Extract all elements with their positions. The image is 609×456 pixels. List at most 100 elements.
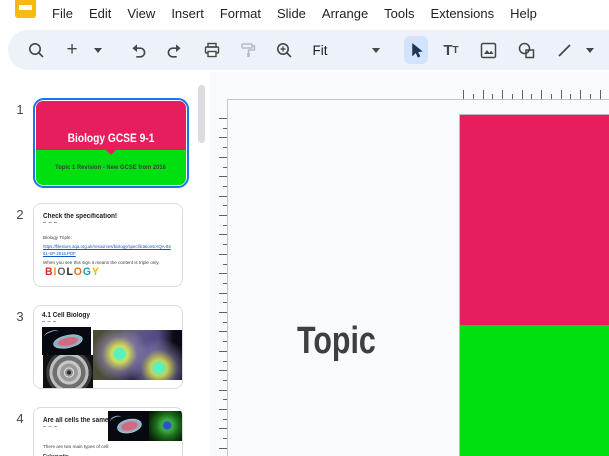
- slide-filmstrip: 1 Biology GCSE 9-1 Topic 1 Revision - Ne…: [0, 72, 210, 456]
- ruler-tick: [219, 157, 227, 158]
- slide-thumbnail-1[interactable]: Biology GCSE 9-1 Topic 1 Revision - New …: [33, 98, 189, 188]
- menu-insert[interactable]: Insert: [163, 2, 212, 25]
- new-slide-dropdown-icon[interactable]: [86, 36, 110, 64]
- filmstrip-row-2: 2 Check the specification! Biology Tripl…: [7, 203, 183, 287]
- ruler-tick: [502, 90, 503, 99]
- menu-format[interactable]: Format: [212, 2, 269, 25]
- ruler-tick: [219, 176, 227, 177]
- zoom-fit-dropdown-icon[interactable]: [364, 36, 388, 64]
- ruler-tick: [219, 293, 227, 294]
- ruler-tick: [522, 90, 523, 99]
- menu-arrange[interactable]: Arrange: [314, 2, 376, 25]
- insert-line-dropdown-icon[interactable]: [578, 36, 602, 64]
- slides-app-icon[interactable]: [15, 0, 36, 18]
- slide-page[interactable]: [459, 114, 609, 456]
- horizontal-ruler: [228, 99, 609, 100]
- ruler-tick: [223, 380, 227, 381]
- thumb1-title: Biology GCSE 9-1: [68, 131, 155, 150]
- ruler-tick: [219, 215, 227, 216]
- menu-tools[interactable]: Tools: [376, 2, 422, 25]
- ruler-tick: [219, 351, 227, 352]
- ruler-tick: [551, 94, 552, 99]
- slide-title-shape[interactable]: [460, 115, 609, 325]
- ruler-tick: [473, 94, 474, 99]
- ruler-tick: [561, 90, 562, 99]
- bacterium-image: [42, 327, 91, 355]
- ruler-tick: [219, 234, 227, 235]
- menu-items: FileEditViewInsertFormatSlideArrangeTool…: [44, 2, 545, 25]
- filmstrip-row-4: 4 Are all cells the same? There are two …: [7, 407, 183, 456]
- ruler-tick: [219, 370, 227, 371]
- ruler-tick: [219, 312, 227, 313]
- content-area: 1 Biology GCSE 9-1 Topic 1 Revision - Ne…: [0, 72, 609, 456]
- menu-edit[interactable]: Edit: [81, 2, 119, 25]
- redo-button[interactable]: [163, 36, 187, 64]
- slide-thumbnail-1-content: Biology GCSE 9-1 Topic 1 Revision - New …: [36, 101, 186, 185]
- ruler-tick: [223, 225, 227, 226]
- ruler-tick: [541, 90, 542, 99]
- insert-shape-icon[interactable]: [514, 36, 538, 64]
- ruler-tick: [492, 94, 493, 99]
- ruler-tick: [219, 448, 227, 449]
- select-tool-button[interactable]: [404, 36, 428, 64]
- menu-view[interactable]: View: [119, 2, 163, 25]
- fluorescence-cells-image: [93, 330, 182, 380]
- ruler-tick: [223, 167, 227, 168]
- thumb1-title-block: Biology GCSE 9-1: [36, 101, 186, 150]
- ruler-tick: [223, 399, 227, 400]
- ruler-tick: [219, 409, 227, 410]
- thumb1-subtitle: Topic 1 Revision - New GCSE from 2016: [56, 164, 167, 171]
- wordart-letter: B: [45, 266, 54, 278]
- ruler-tick: [531, 94, 532, 99]
- slide-number: 2: [7, 203, 33, 287]
- ruler-tick: [219, 254, 227, 255]
- ruler-tick: [219, 390, 227, 391]
- ruler-tick: [223, 322, 227, 323]
- ruler-tick: [219, 428, 227, 429]
- slide-number: 1: [7, 98, 33, 188]
- ruler-tick: [223, 186, 227, 187]
- thumb4-line1: There are two main types of cell:: [43, 444, 109, 449]
- thumb1-notch-shape: [106, 150, 116, 155]
- slide-subtitle-shape[interactable]: [460, 325, 609, 456]
- paint-format-icon[interactable]: [236, 36, 260, 64]
- ruler-tick: [483, 90, 484, 99]
- toolbar: + Fit TT: [0, 28, 609, 72]
- filmstrip-row-3: 3 4.1 Cell Biology: [7, 305, 183, 389]
- canvas-area: Topic: [210, 72, 609, 456]
- ruler-tick: [223, 244, 227, 245]
- wordart-letter: Y: [92, 266, 100, 278]
- thumb2-biology-wordart: BIOLOGY: [45, 266, 100, 278]
- slide-subtitle-text[interactable]: Topic: [297, 320, 376, 363]
- menu-file[interactable]: File: [44, 2, 81, 25]
- insert-line-icon[interactable]: [552, 36, 576, 64]
- text-box-tool-icon[interactable]: TT: [439, 36, 463, 64]
- ruler-tick: [219, 118, 227, 119]
- thumb2-link: https://filestore.aqa.org.uk/resources/b…: [43, 244, 171, 258]
- zoom-fit-select[interactable]: Fit: [308, 36, 332, 64]
- menu-extensions[interactable]: Extensions: [423, 2, 503, 25]
- insert-image-icon[interactable]: [476, 36, 500, 64]
- ruler-tick: [223, 205, 227, 206]
- filmstrip-scrollbar[interactable]: [198, 85, 205, 143]
- ruler-tick: [223, 361, 227, 362]
- ruler-tick: [219, 273, 227, 274]
- zoom-in-icon[interactable]: [272, 36, 296, 64]
- menu-slide[interactable]: Slide: [269, 2, 314, 25]
- filmstrip-row-1: 1 Biology GCSE 9-1 Topic 1 Revision - Ne…: [7, 98, 189, 188]
- slide-thumbnail-2[interactable]: Check the specification! Biology Triple:…: [33, 203, 183, 287]
- thumb3-divider: [42, 321, 56, 322]
- menu-help[interactable]: Help: [502, 2, 545, 25]
- ruler-tick: [512, 94, 513, 99]
- ruler-tick: [219, 137, 227, 138]
- slide-thumbnail-4[interactable]: Are all cells the same? There are two ma…: [33, 407, 183, 456]
- ruler-tick: [570, 94, 571, 99]
- search-icon[interactable]: [24, 36, 48, 64]
- slide-thumbnail-3[interactable]: 4.1 Cell Biology: [33, 305, 183, 389]
- thumb2-divider: [43, 222, 57, 223]
- print-icon[interactable]: [200, 36, 224, 64]
- ruler-tick: [600, 90, 601, 99]
- ruler-tick: [223, 264, 227, 265]
- new-slide-button[interactable]: +: [60, 36, 84, 64]
- undo-button[interactable]: [126, 36, 150, 64]
